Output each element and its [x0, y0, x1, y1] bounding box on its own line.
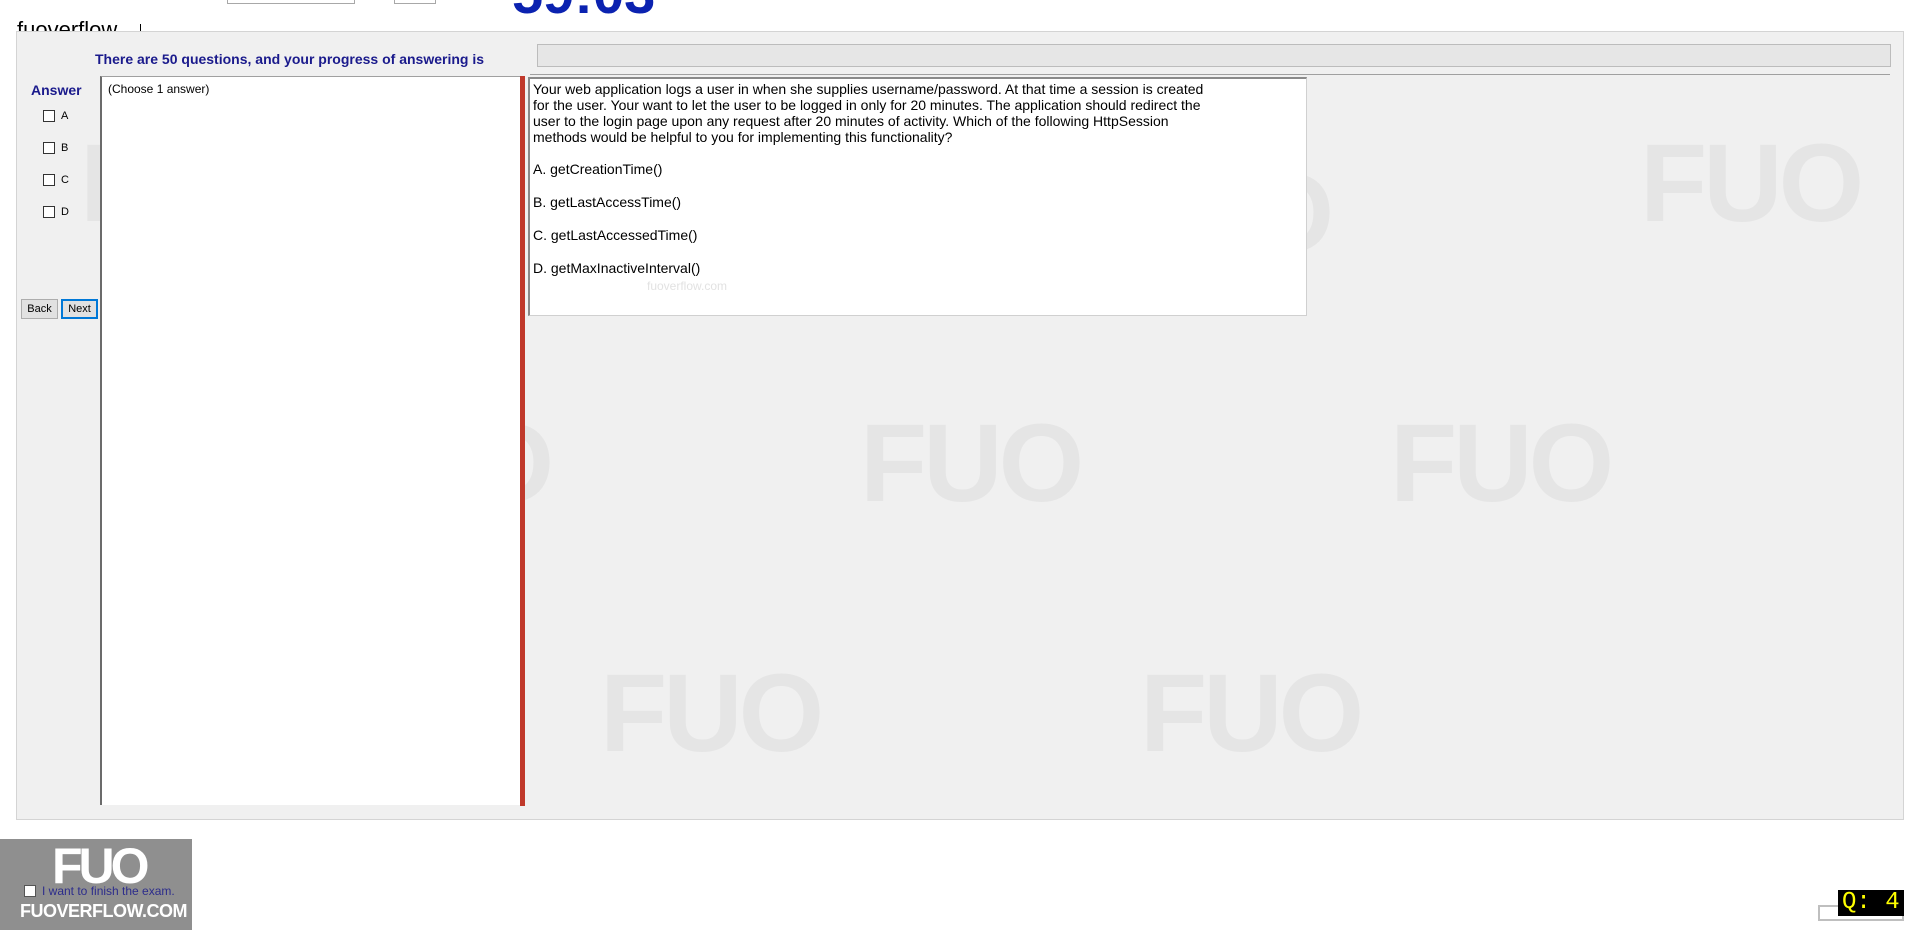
finish-exam-checkbox[interactable]: I want to finish the exam. [24, 884, 175, 898]
answer-title: Answer [31, 82, 82, 98]
answer-choice: A. getCreationTime() [533, 161, 663, 177]
progress-label: There are 50 questions, and your progres… [95, 51, 484, 67]
divider [530, 74, 1890, 75]
top-combo-box[interactable] [227, 0, 355, 4]
answer-instruction-pane[interactable]: (Choose 1 answer) [100, 76, 523, 805]
option-c-checkbox[interactable]: C [43, 174, 69, 186]
top-small-field[interactable] [394, 0, 436, 4]
answer-choice: D. getMaxInactiveInterval() [533, 260, 701, 276]
answer-choice: C. getLastAccessedTime() [533, 227, 698, 243]
exam-timer: 59:03 [512, 0, 655, 22]
pane-splitter[interactable] [520, 76, 525, 806]
question-line: for the user. Your want to let the user … [533, 97, 1201, 113]
logo-site-text: FUOVERFLOW.COM [20, 901, 188, 921]
question-text: Your web application logs a user in when… [533, 81, 1253, 145]
back-button[interactable]: Back [21, 299, 58, 319]
checkbox-icon[interactable] [43, 142, 55, 154]
progress-bar [537, 44, 1891, 67]
checkbox-icon[interactable] [43, 110, 55, 122]
checkbox-icon[interactable] [43, 174, 55, 186]
option-b-checkbox[interactable]: B [43, 142, 68, 154]
option-d-checkbox[interactable]: D [43, 206, 69, 218]
question-line: methods would be helpful to you for impl… [533, 129, 953, 145]
site-watermark-note: fuoverflow.com [647, 279, 728, 293]
answer-choice: B. getLastAccessTime() [533, 194, 682, 210]
next-button[interactable]: Next [61, 299, 98, 319]
option-label: B [61, 142, 69, 154]
option-label: D [61, 206, 69, 218]
finish-exam-label: I want to finish the exam. [42, 884, 175, 898]
question-box: Your web application logs a user in when… [528, 77, 1307, 316]
question-line: Your web application logs a user in when… [533, 81, 1204, 97]
question-counter: Q: 4 [1838, 890, 1904, 916]
choose-instruction: (Choose 1 answer) [108, 82, 210, 96]
option-a-checkbox[interactable]: A [43, 110, 68, 122]
checkbox-icon[interactable] [24, 885, 36, 897]
option-label: C [61, 174, 69, 186]
question-line: user to the login page upon any request … [533, 113, 1169, 129]
checkbox-icon[interactable] [43, 206, 55, 218]
option-label: A [61, 110, 69, 122]
